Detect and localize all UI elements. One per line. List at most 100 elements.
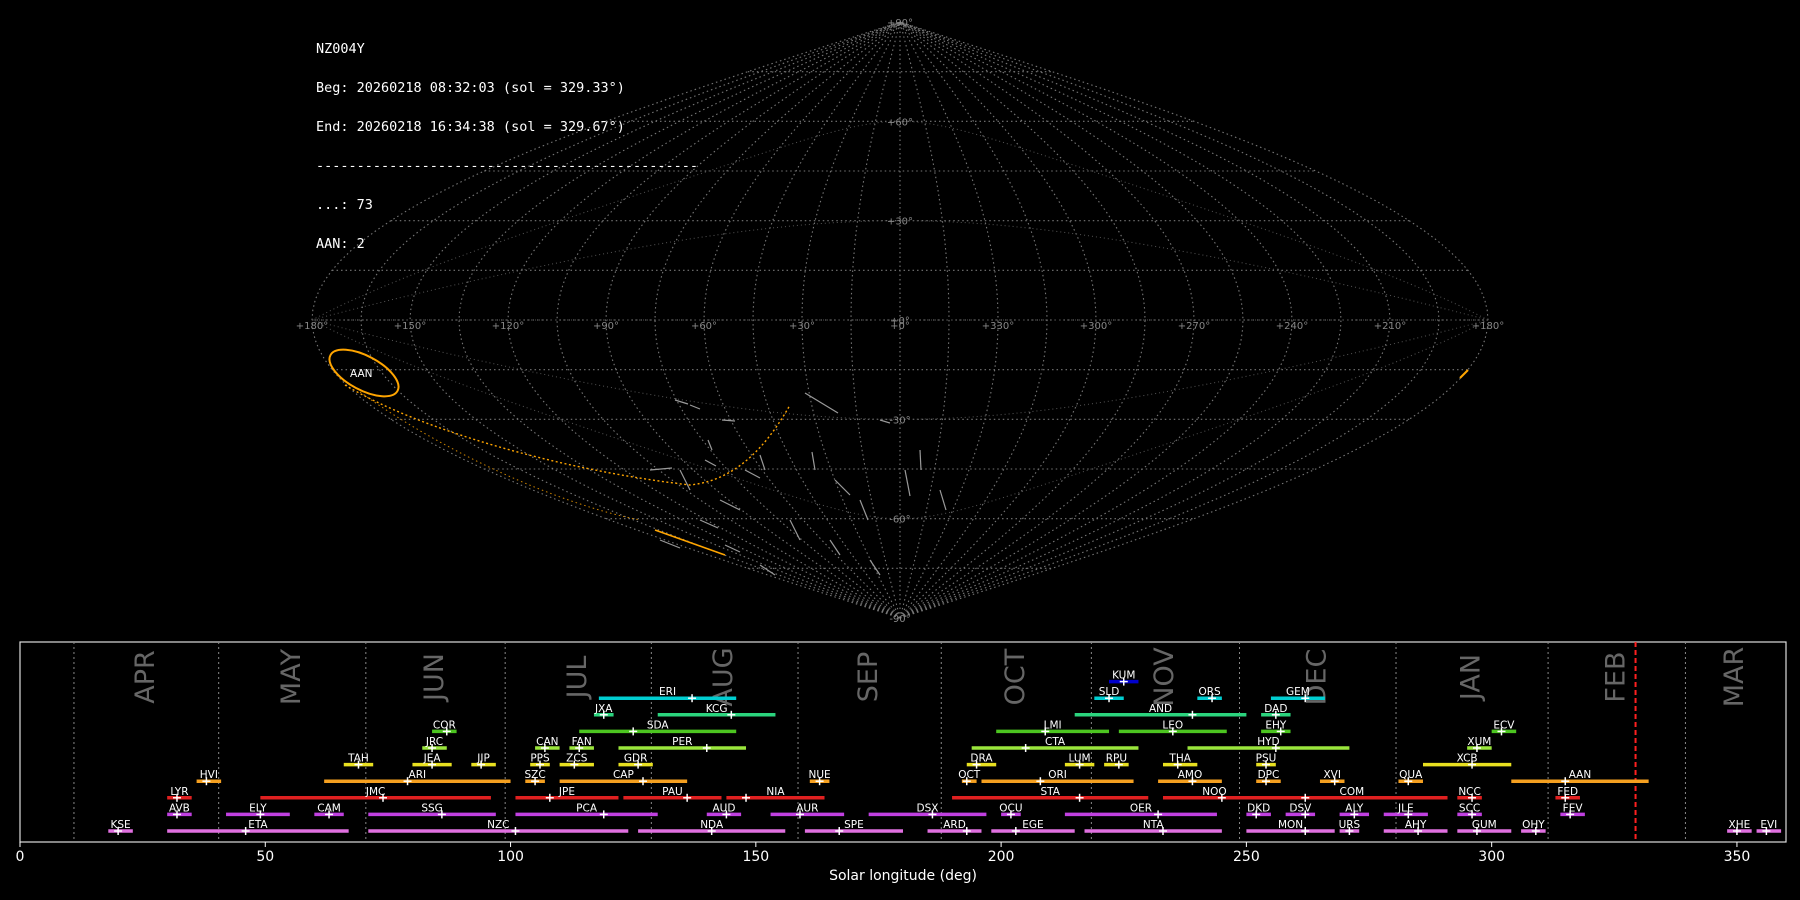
longitude-label: +30° [789,321,815,332]
longitude-label: +330° [982,321,1014,332]
shower-label: PPS [530,753,550,765]
shower-label: XHE [1729,819,1751,831]
shower-dkd: DKD [1246,802,1271,819]
longitude-label: +60° [691,321,717,332]
meteor-trail [699,519,719,529]
shower-label: ALY [1345,802,1364,814]
shower-label: NTA [1143,819,1164,831]
shower-jxa: JXA [593,703,614,719]
shower-ecv: ECV [1491,719,1517,736]
meteor-trail [679,469,691,491]
shower-dad: DAD [1261,703,1291,719]
shower-ncc: NCC [1457,786,1482,802]
shower-label: LMI [1044,719,1062,731]
shower-label: FEV [1563,802,1584,814]
shower-label: CAN [536,736,558,748]
shower-fan: FAN [569,736,594,752]
meridian-line [899,21,1440,619]
meteor-trail [721,419,736,422]
shower-label: KSE [110,819,130,831]
shower-label: AND [1149,703,1172,715]
shower-label: KCG [706,703,728,715]
shower-ors: ORS [1197,686,1222,703]
shower-label: JLE [1397,802,1414,814]
shower-label: OER [1130,802,1152,814]
shower-label: TAH [347,753,369,765]
shower-timeline-chart: APR MAY JUN JUL AUG SEP OCT NOV DEC JAN FEB MARKUME… [16,641,1787,884]
x-axis-title: Solar longitude (deg) [829,868,977,884]
shower-scc: SCC [1457,802,1482,819]
latitude-label: -30° [889,415,910,426]
month-label: FEB [1600,651,1631,702]
shower-label: AUD [712,802,735,814]
shower-label: QUA [1399,769,1423,781]
shower-label: CAP [613,769,634,781]
shower-label: SDA [647,719,670,731]
shower-label: PSU [1256,753,1277,765]
shower-cam: CAM [314,802,344,819]
longitude-label: +300° [1080,321,1112,332]
shower-label: ORI [1048,769,1067,781]
shower-ehy: EHY [1261,719,1291,736]
shower-label: GDR [624,753,648,765]
shower-label: PER [672,736,692,748]
shower-label: ARI [409,769,427,781]
meteor-trail [859,499,869,521]
shower-label: LUM [1069,753,1091,765]
shower-label: COR [433,719,456,731]
month-label: SEP [853,652,884,702]
shower-label: SLD [1099,686,1120,698]
shower-label: GEM [1286,686,1310,698]
shower-label: DSV [1289,802,1312,814]
shower-lum: LUM [1064,753,1095,769]
latitude-label: -60° [889,515,910,526]
shower-fed: FED [1555,786,1580,802]
x-tick-label: 150 [742,849,769,865]
shower-tah: TAH [343,753,374,769]
shower-label: FED [1557,786,1578,798]
x-tick-label: 300 [1478,849,1505,865]
meteor-trail [919,449,922,471]
shower-label: AAN [1569,769,1592,781]
shower-label: DAD [1264,703,1287,715]
meteor-trail [939,489,947,511]
shower-label: XVI [1323,769,1340,781]
longitude-label: +0° [890,321,910,332]
month-label: MAR [1719,647,1750,708]
meridian-line [899,21,1342,619]
x-tick-label: 0 [16,849,25,865]
meteor-trail [804,392,839,414]
month-label: JUL [562,656,593,701]
shower-dra: DRA [966,753,997,769]
shower-can: CAN [535,736,560,752]
shower-xhe: XHE [1727,819,1752,835]
meteor-trail [829,539,841,556]
meteor-trail [904,469,911,497]
longitude-label: +120° [492,321,524,332]
shower-kum: KUM [1109,670,1139,686]
sky-map: +90° +60° +30° +0° -30° -60° -90° +180° +150° +12… [296,18,1504,625]
shower-label: GUM [1472,819,1497,831]
shower-label: OHY [1522,819,1545,831]
meteor-trail [744,469,761,479]
shower-label: MON [1278,819,1303,831]
shower-label: HVI [200,769,218,781]
shower-pps: PPS [530,753,550,769]
month-label: APR [130,650,161,704]
x-tick-label: 350 [1724,849,1751,865]
shower-xvi: XVI [1319,769,1345,786]
shower-label: XCB [1457,753,1478,765]
shower-label: DPC [1258,769,1280,781]
shower-label: EHY [1265,719,1287,731]
shower-label: JIP [476,753,490,765]
shower-dsv: DSV [1285,802,1316,819]
shower-label: OCT [958,769,981,781]
shower-fev: FEV [1560,802,1585,819]
shower-label: DRA [970,753,993,765]
shower-label: LEO [1162,719,1183,731]
shower-label: SSG [421,802,442,814]
shower-sld: SLD [1094,686,1124,703]
shower-label: ZCS [566,753,588,765]
longitude-label: +150° [394,321,426,332]
shower-label: AUR [796,802,818,814]
